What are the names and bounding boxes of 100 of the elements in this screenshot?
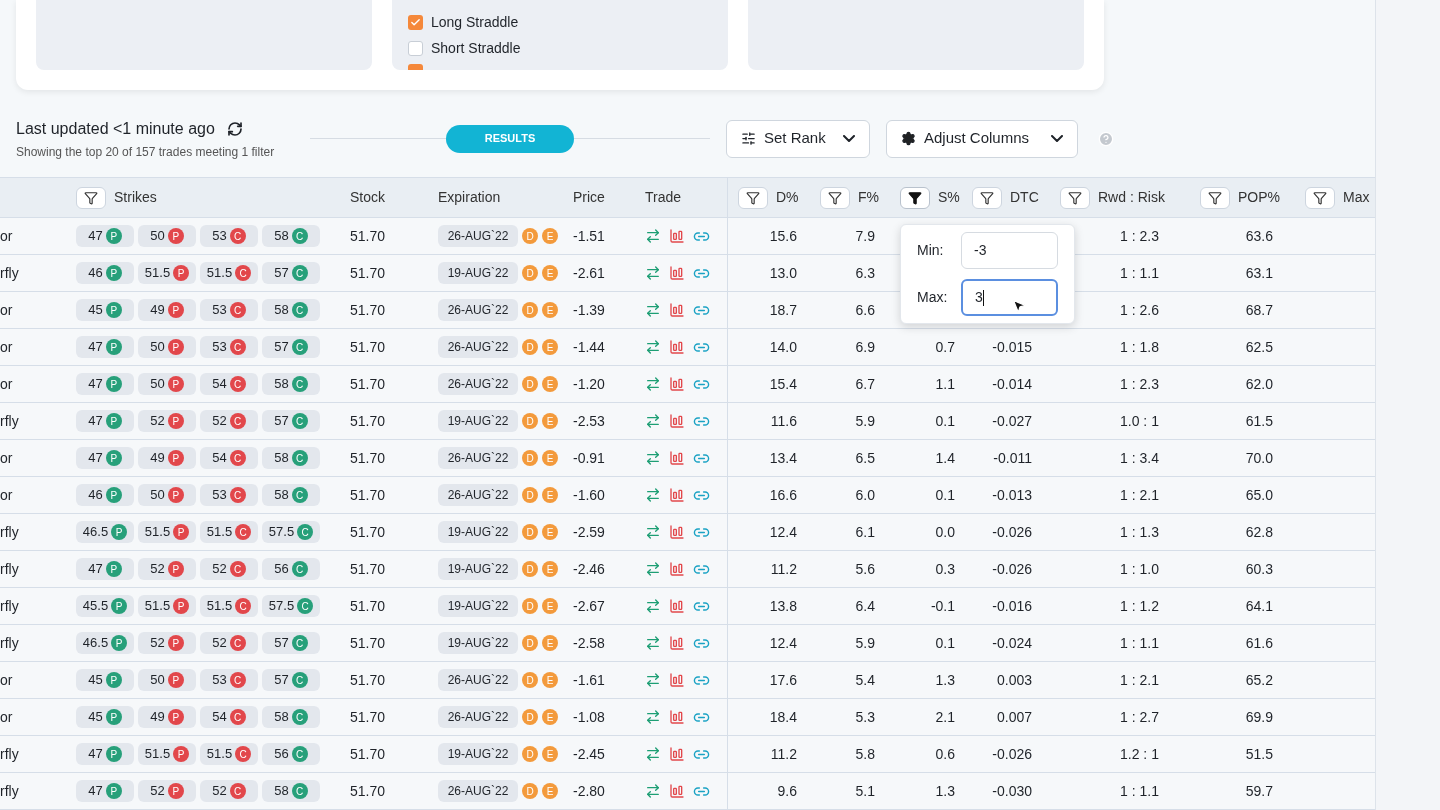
- strike-chip: 53 C: [200, 484, 258, 506]
- swap-icon[interactable]: [645, 746, 661, 762]
- table-row[interactable]: rfly 45.5 P 51.5 P 51.5 C 57.5 C 51.70 19-AUG`22 D E -2.67 13.8 6.4 -0.1 -0.016 1 : 1.2 64.1: [0, 588, 1375, 625]
- strike-chip: 51.5 C: [200, 595, 258, 617]
- event-badge: D: [522, 561, 538, 577]
- swap-icon[interactable]: [645, 450, 661, 466]
- table-cell-text: rfly: [0, 744, 19, 764]
- expiration-chip: 26-AUG`22: [438, 299, 518, 321]
- swap-icon[interactable]: [645, 302, 661, 318]
- table-row[interactable]: rfly 47 P 51.5 P 51.5 C 56 C 51.70 19-AUG`22 D E -2.45 11.2 5.8 0.6 -0.026 1.2 : 1 51.5: [0, 736, 1375, 773]
- chart-icon[interactable]: [669, 487, 685, 503]
- table-row[interactable]: rfly 47 P 52 P 52 C 58 C 51.70 26-AUG`22 D E -2.80 9.6 5.1 1.3 -0.030 1 : 1.1 59.7: [0, 773, 1375, 810]
- strike-chip: 57.5 C: [262, 595, 320, 617]
- swap-icon[interactable]: [645, 524, 661, 540]
- chart-icon[interactable]: [669, 524, 685, 540]
- table-cell-text: 1 : 1.2: [1120, 596, 1159, 616]
- expiration-chip: 19-AUG`22: [438, 262, 518, 284]
- chart-icon[interactable]: [669, 265, 685, 281]
- strike-chip: 52 P: [138, 780, 196, 802]
- event-badge: D: [522, 672, 538, 688]
- table-cell-text: -2.80: [573, 781, 605, 801]
- refresh-icon[interactable]: [226, 120, 243, 137]
- adjust-columns-dropdown[interactable]: Adjust Columns: [886, 119, 1078, 158]
- help-icon[interactable]: [1098, 130, 1114, 147]
- number-field[interactable]: 3: [961, 279, 1058, 316]
- table-row[interactable]: or 45 P 49 P 54 C 58 C 51.70 26-AUG`22 D E -1.08 18.4 5.3 2.1 0.007 1 : 2.7 69.9: [0, 699, 1375, 736]
- option-type-badge: C: [229, 487, 246, 503]
- chart-icon[interactable]: [669, 450, 685, 466]
- swap-icon[interactable]: [645, 709, 661, 725]
- chart-icon[interactable]: [669, 228, 685, 244]
- table-row[interactable]: rfly 47 P 52 P 52 C 56 C 51.70 19-AUG`22 D E -2.46 11.2 5.6 0.3 -0.026 1 : 1.0 60.3: [0, 551, 1375, 588]
- checkbox[interactable]: [408, 14, 423, 30]
- chart-icon[interactable]: [669, 783, 685, 799]
- expiration-chip: 19-AUG`22: [438, 743, 518, 765]
- swap-icon[interactable]: [645, 228, 661, 244]
- filter-button[interactable]: [900, 186, 930, 209]
- table-row[interactable]: or 46 P 50 P 53 C 58 C 51.70 26-AUG`22 D E -1.60 16.6 6.0 0.1 -0.013 1 : 2.1 65.0: [0, 477, 1375, 514]
- chart-icon[interactable]: [669, 339, 685, 355]
- table-row[interactable]: or 47 P 50 P 54 C 58 C 51.70 26-AUG`22 D E -1.20 15.4 6.7 1.1 -0.014 1 : 2.3 62.0: [0, 366, 1375, 403]
- set-rank-dropdown[interactable]: Set Rank: [726, 119, 870, 158]
- table-row[interactable]: rfly 46.5 P 52 P 52 C 57 C 51.70 19-AUG`22 D E -2.58 12.4 5.9 0.1 -0.024 1 : 1.1 61.6: [0, 625, 1375, 662]
- table-cell-text: or: [0, 226, 13, 246]
- option-type-badge: C: [229, 376, 246, 392]
- chart-icon[interactable]: [669, 376, 685, 392]
- swap-icon[interactable]: [645, 487, 661, 503]
- strike-chip: 53 C: [200, 225, 258, 247]
- option-type-badge: P: [105, 339, 122, 355]
- chart-icon[interactable]: [669, 635, 685, 651]
- table-row[interactable]: or 45 P 50 P 53 C 57 C 51.70 26-AUG`22 D E -1.61 17.6 5.4 1.3 0.003 1 : 2.1 65.2: [0, 662, 1375, 699]
- table-cell-text: 62.0: [1245, 374, 1273, 394]
- table-cell-text: 2.1: [935, 707, 955, 727]
- swap-icon[interactable]: [645, 561, 661, 577]
- table-row[interactable]: or 47 P 50 P 53 C 57 C 51.70 26-AUG`22 D E -1.44 14.0 6.9 0.7 -0.015 1 : 1.8 62.5: [0, 329, 1375, 366]
- table-cell-text: 1 : 1.1: [1120, 781, 1159, 801]
- table-cell-text: -0.026: [992, 744, 1032, 764]
- event-badge: D: [522, 376, 538, 392]
- table-cell-text: 1 : 2.7: [1120, 707, 1159, 727]
- table-cell-text: 1 : 2.1: [1120, 485, 1159, 505]
- swap-icon[interactable]: [645, 672, 661, 688]
- option-type-badge: C: [291, 487, 308, 503]
- event-badge: D: [522, 450, 538, 466]
- table-cell-text: -2.59: [573, 522, 605, 542]
- column-header: Max: [1343, 188, 1370, 207]
- option-type-badge: P: [167, 709, 184, 725]
- table-cell-text: -0.014: [992, 374, 1032, 394]
- chart-icon[interactable]: [669, 672, 685, 688]
- table-cell-text: 63.1: [1245, 263, 1273, 283]
- checkbox[interactable]: [408, 40, 423, 56]
- option-type-badge: P: [105, 376, 122, 392]
- swap-icon[interactable]: [645, 376, 661, 392]
- table-cell-text: -0.027: [992, 411, 1032, 431]
- swap-icon[interactable]: [645, 339, 661, 355]
- strike-chip: 47 P: [76, 558, 134, 580]
- table-row[interactable]: rfly 46.5 P 51.5 P 51.5 C 57.5 C 51.70 19-AUG`22 D E -2.59 12.4 6.1 0.0 -0.026 1 : 1.3 62.8: [0, 514, 1375, 551]
- option-type-badge: C: [229, 709, 246, 725]
- number-field[interactable]: -3: [961, 232, 1058, 269]
- table-row[interactable]: rfly 47 P 52 P 52 C 57 C 51.70 19-AUG`22 D E -2.53 11.6 5.9 0.1 -0.027 1.0 : 1 61.5: [0, 403, 1375, 440]
- swap-icon[interactable]: [645, 598, 661, 614]
- table-cell-text: rfly: [0, 633, 19, 653]
- chart-icon[interactable]: [669, 746, 685, 762]
- swap-icon[interactable]: [645, 635, 661, 651]
- table-cell-text: -1.44: [573, 337, 605, 357]
- strike-chip: 57.5 C: [262, 521, 320, 543]
- swap-icon[interactable]: [645, 783, 661, 799]
- option-type-badge: C: [235, 265, 252, 281]
- swap-icon[interactable]: [645, 265, 661, 281]
- chart-icon[interactable]: [669, 302, 685, 318]
- chart-icon[interactable]: [669, 561, 685, 577]
- table-cell-text: 51.70: [350, 781, 386, 801]
- expiration-chip: 26-AUG`22: [438, 373, 518, 395]
- chart-icon[interactable]: [669, 709, 685, 725]
- option-type-badge: C: [229, 413, 246, 429]
- option-type-badge: P: [105, 561, 122, 577]
- results-pill: RESULTS: [446, 124, 574, 153]
- swap-icon[interactable]: [645, 413, 661, 429]
- option-type-badge: C: [291, 376, 308, 392]
- chart-icon[interactable]: [669, 598, 685, 614]
- option-type-badge: C: [291, 635, 308, 651]
- table-row[interactable]: or 47 P 49 P 54 C 58 C 51.70 26-AUG`22 D E -0.91 13.4 6.5 1.4 -0.011 1 : 3.4 70.0: [0, 440, 1375, 477]
- chart-icon[interactable]: [669, 413, 685, 429]
